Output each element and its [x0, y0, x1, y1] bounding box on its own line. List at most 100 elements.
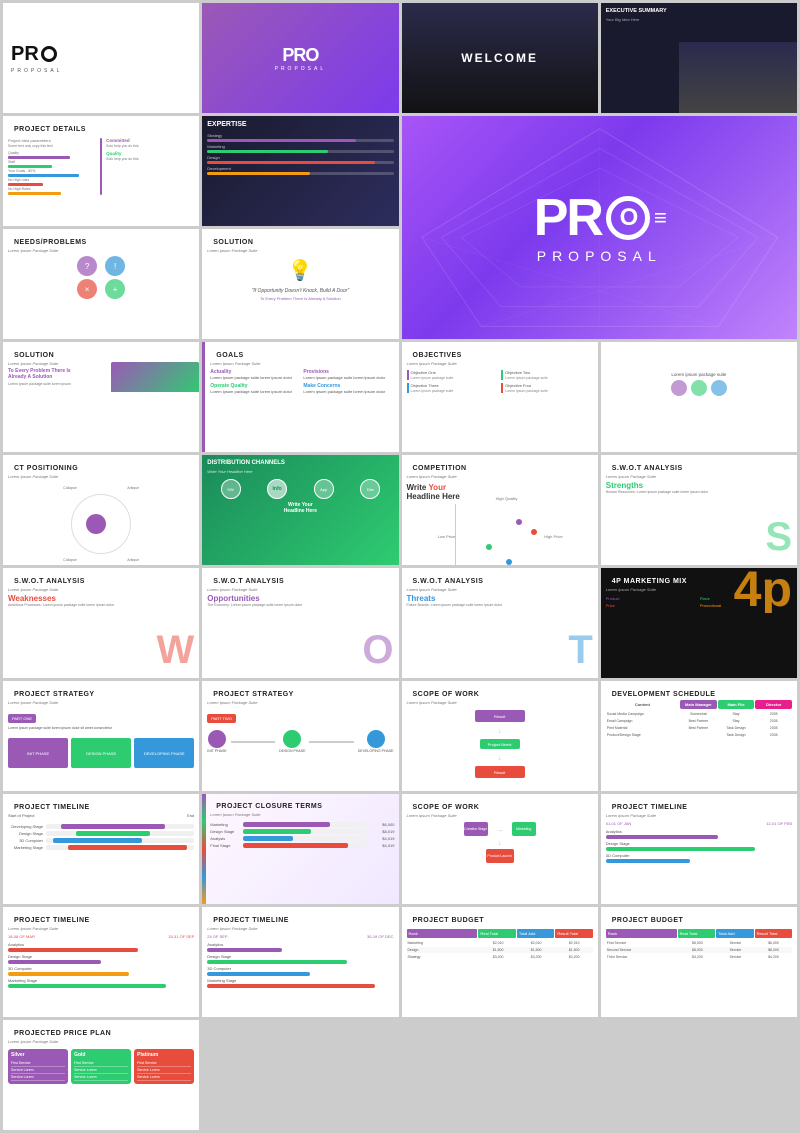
swot-s-title: S.W.O.T ANALYSIS: [606, 460, 792, 474]
scope2-title: SCOPE OF WORK: [407, 799, 593, 813]
dev-row-2: Email Campaign Best Partner Stay 2035: [606, 718, 792, 724]
swot-t-title: S.W.O.T ANALYSIS: [407, 573, 593, 587]
pos-chart: Collapse Antique Collapse Antique: [61, 484, 141, 564]
dist-write: Write YourHeadline Here: [207, 502, 393, 514]
needs-icons: ? ! × +: [8, 256, 194, 299]
timeline2-sub: Lorem Ipsum Package Suite: [606, 813, 792, 818]
solution-subquote: To Every Problem There Is Already A Solu…: [207, 296, 393, 301]
slide-budget-1[interactable]: PROJECT BUDGET Rank Real Total Total Add…: [402, 907, 598, 1017]
closure-side-bar: [202, 794, 206, 904]
fourp-big-letter: 4p: [734, 568, 792, 613]
slide-purple-logo[interactable]: PRO PROPOSAL: [202, 3, 398, 113]
timeline1-dates: Start of Project End: [8, 813, 194, 818]
solution-quote: "If Opportunity Doesn't Knock, Build A D…: [207, 288, 393, 294]
swot-s-text: Human Resources: Lorem ipsum package sui…: [606, 490, 792, 495]
hero-pr-text: PR: [534, 192, 602, 244]
budget2-header: Rank Real Total Total Add Result Total: [606, 929, 792, 938]
slide-dev-schedule[interactable]: DEVELOPMENT SCHEDULE Content Main Manage…: [601, 681, 797, 791]
hero-proposal: PROPOSAL: [534, 248, 665, 264]
dev-row-4: Product/Design Stage Task Design 2035: [606, 732, 792, 738]
obj-sub: Lorem Ipsum Package Suite: [407, 361, 593, 366]
slide-expertise[interactable]: EXPERTISE Strategy Marketing Design Deve…: [202, 116, 398, 226]
dist-nodes: SW Info App Dist: [207, 479, 393, 499]
slide-solution-basic[interactable]: SOLUTION Lorem Ipsum Package Suite 💡 "If…: [202, 229, 398, 339]
slide-needs-problems[interactable]: NEEDS/PROBLEMS Lorem Ipsum Package Suite…: [3, 229, 199, 339]
solution-sub: Lorem Ipsum Package Suite: [207, 248, 393, 253]
scope-flow: Result ↓ Project Briefs ↓ Result: [407, 710, 593, 778]
slide-distribution[interactable]: DISTRIBUTION CHANNELS Write Your Headlin…: [202, 455, 398, 565]
slide-positioning[interactable]: CT POSITIONING Lorem Ipsum Package Suite…: [3, 455, 199, 565]
price-cols: Silver First Service Service Lorem Servi…: [8, 1049, 194, 1084]
timeline2-dates-header: 01-01 OF JAN 12-01 OF FEB: [606, 821, 792, 826]
slide-welcome[interactable]: WELCOME: [402, 3, 598, 113]
slide-4p-marketing[interactable]: 4P MARKETING MIX Lorem Ipsum Package Sui…: [601, 568, 797, 678]
slide-competition[interactable]: COMPETITION Lorem Ipsum Package Suite Wr…: [402, 455, 598, 565]
strategy2-sub: Lorem Ipsum Package Suite: [207, 700, 393, 705]
timeline4-dates: 24 OF SEP 30-19 OF DEC: [207, 934, 393, 939]
slide-timeline-1[interactable]: PROJECT TIMELINE Start of Project End De…: [3, 794, 199, 904]
proj-param-label: Project Idea parameters: [8, 138, 96, 143]
slide-swot-opportunities[interactable]: S.W.O.T ANALYSIS Lorem Ipsum Package Sui…: [202, 568, 398, 678]
swot-t-section: Threats: [407, 594, 593, 603]
strategy1-sub: Lorem Ipsum Package Suite: [8, 700, 194, 705]
slide-project-closure[interactable]: PROJECT CLOSURE TERMS Lorem Ipsum Packag…: [202, 794, 398, 904]
slide-project-strategy-2[interactable]: PROJECT STRATEGY Lorem Ipsum Package Sui…: [202, 681, 398, 791]
slide-goals[interactable]: GOALS Lorem Ipsum Package Suite Actualit…: [202, 342, 398, 452]
hero-o-circle: O: [606, 196, 650, 240]
slide-timeline-2[interactable]: PROJECT TIMELINE Lorem Ipsum Package Sui…: [601, 794, 797, 904]
slide-scope-of-work[interactable]: SCOPE OF WORK Lorem Ipsum Package Suite …: [402, 681, 598, 791]
dev-header: Content Main Manager Main File Director: [606, 700, 792, 709]
slide-pro-logo[interactable]: PR PROPOSAL: [3, 3, 199, 113]
slide-project-strategy-1[interactable]: PROJECT STRATEGY Lorem Ipsum Package Sui…: [3, 681, 199, 791]
timeline1-title: PROJECT TIMELINE: [8, 799, 194, 813]
scope-sub: Lorem Ipsum Package Suite: [407, 700, 593, 705]
slide-timeline-4[interactable]: PROJECT TIMELINE Lorem Ipsum Package Sui…: [202, 907, 398, 1017]
goals-grid: Actuality Lorem ipsum package suite lore…: [210, 369, 393, 394]
timeline3-dates: 18-08 OF MAR 15-31 OF SEP: [8, 934, 194, 939]
slide-exec-summary[interactable]: EXECUTIVE SUMMARY Your Big Idea Here: [601, 3, 797, 113]
budget2-rows: First Service $6,000 Service $6,000 Seco…: [606, 940, 792, 960]
slide-scope-2[interactable]: SCOPE OF WORK Lorem Ipsum Package Suite …: [402, 794, 598, 904]
dist-title: DISTRIBUTION CHANNELS: [207, 460, 393, 466]
obj-items: Objective OneLorem ipsum package suite O…: [407, 370, 593, 393]
slide-objectives[interactable]: OBJECTIVES Lorem Ipsum Package Suite Obj…: [402, 342, 598, 452]
goals-title: GOALS: [210, 347, 393, 361]
exec-title: EXECUTIVE SUMMARY: [606, 8, 792, 14]
exec-image: [679, 42, 797, 114]
slide-solution-img[interactable]: SOLUTION Lorem Ipsum Package Suite To Ev…: [3, 342, 199, 452]
slide-price-plan[interactable]: PROJECTED PRICE PLAN Lorem Ipsum Package…: [3, 1020, 199, 1130]
expertise-bars: Strategy Marketing Design Development: [207, 133, 393, 175]
pos-title: CT POSITIONING: [8, 460, 194, 474]
comp-title: COMPETITION: [407, 460, 593, 474]
slide-project-details[interactable]: PROJECT DETAILS Project Idea parameters …: [3, 116, 199, 226]
detail-divider: [100, 138, 102, 195]
slide-timeline-3[interactable]: PROJECT TIMELINE Lorem Ipsum Package Sui…: [3, 907, 199, 1017]
swot-s-sub: Lorem Ipsum Package Suite: [606, 474, 792, 479]
swot-t-text: Future Brands: Lorem ipsum package suite…: [407, 603, 593, 608]
closure-content: PROJECT CLOSURE TERMS Lorem Ipsum Packag…: [206, 794, 398, 854]
logo-pr: PR: [11, 43, 39, 66]
strategy2-icons: INIT PHASE DESIGN PHASE DEVELOPING PHASE: [207, 730, 393, 753]
comp-sub: Lorem Ipsum Package Suite: [407, 474, 593, 479]
logo-o-circle: [41, 46, 57, 62]
slide-swot-threats[interactable]: S.W.O.T ANALYSIS Lorem Ipsum Package Sui…: [402, 568, 598, 678]
obj-title: OBJECTIVES: [407, 347, 593, 361]
closure-sub: Lorem Ipsum Package Suite: [210, 812, 394, 817]
closure-title: PROJECT CLOSURE TERMS: [210, 798, 394, 812]
slide-budget-2[interactable]: PROJECT BUDGET Rank Real Total Total Add…: [601, 907, 797, 1017]
proj-detail-rows: Quality Staff Your Goals - 80% No High r…: [8, 151, 96, 195]
slide-objectives-2[interactable]: Lorem ipsum package suite: [601, 342, 797, 452]
scope2-sub: Lorem Ipsum Package Suite: [407, 813, 593, 818]
timeline4-title: PROJECT TIMELINE: [207, 912, 393, 926]
swot-w-letter: W: [156, 628, 194, 673]
strategy2-tag: PART TWO: [207, 714, 236, 723]
slide-swot-strengths[interactable]: S.W.O.T ANALYSIS Lorem Ipsum Package Sui…: [601, 455, 797, 565]
slide-swot-weaknesses[interactable]: S.W.O.T ANALYSIS Lorem Ipsum Package Sui…: [3, 568, 199, 678]
budget2-title: PROJECT BUDGET: [606, 912, 792, 926]
price-title: PROJECTED PRICE PLAN: [8, 1025, 194, 1039]
strategy2-title: PROJECT STRATEGY: [207, 686, 393, 700]
hero-slide[interactable]: PR O ≡ PROPOSAL: [402, 116, 798, 339]
purple-pro-text: PRO: [275, 45, 327, 66]
purple-logo-content: PRO PROPOSAL: [275, 45, 327, 72]
pos-sub: Lorem Ipsum Package Suite: [8, 474, 194, 479]
